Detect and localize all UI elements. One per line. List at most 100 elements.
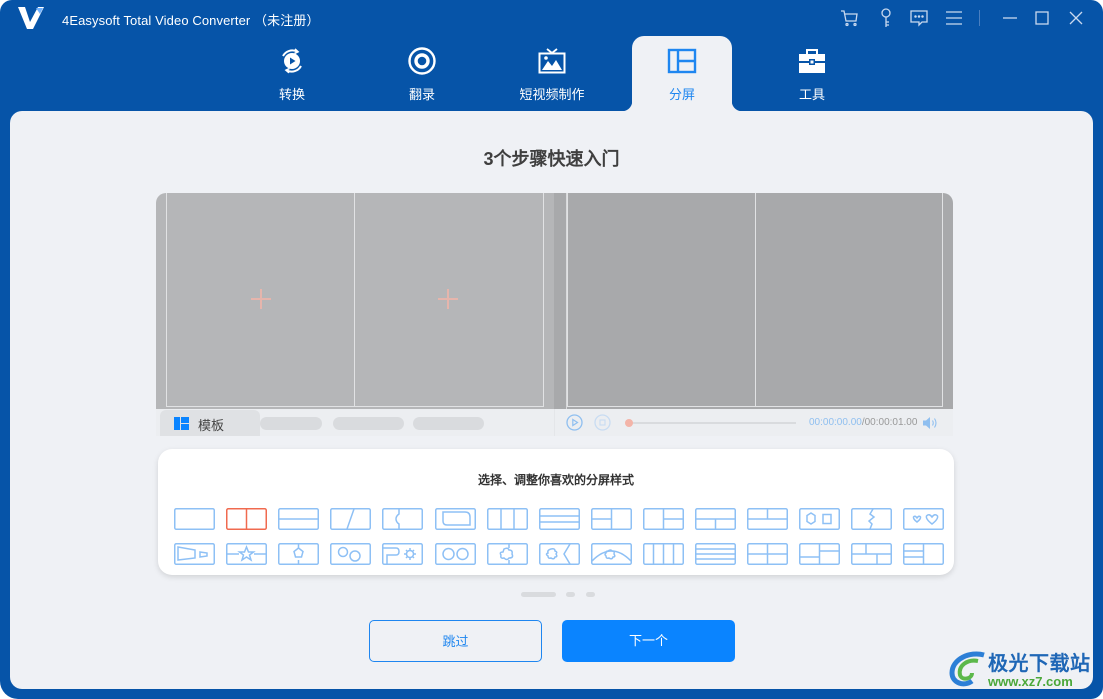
cart-button[interactable]	[838, 6, 862, 30]
minimize-button[interactable]	[998, 6, 1022, 30]
page-title: 3个步骤快速入门	[483, 149, 620, 169]
app-window: 4Easysoft Total Video Converter （未注册） 转换…	[0, 0, 1103, 699]
title-bar: 4Easysoft Total Video Converter （未注册）	[0, 0, 1103, 36]
split-style-left-top-split-grid-icon	[799, 543, 841, 565]
next-button[interactable]: 下一个	[562, 620, 735, 662]
split-style-left-split-right-full[interactable]	[590, 508, 632, 530]
split-style-top-split-bottom-split-icon	[851, 543, 893, 565]
menu-button[interactable]	[942, 6, 966, 30]
pager-dot-3[interactable]	[586, 592, 595, 597]
cart-icon	[841, 10, 858, 27]
split-style-cross-chevron[interactable]	[538, 543, 580, 565]
maximize-button[interactable]	[1030, 6, 1054, 30]
register-key-button[interactable]	[874, 6, 898, 30]
split-cell-2[interactable]	[354, 193, 544, 407]
split-style-left-three-right-full[interactable]	[903, 543, 945, 565]
maximize-icon	[1035, 11, 1049, 25]
split-style-rounded-inset[interactable]	[434, 508, 476, 530]
pager-dot-2[interactable]	[566, 592, 575, 597]
split-style-left-top-split-grid[interactable]	[799, 543, 841, 565]
split-style-rounded-sunburst[interactable]	[382, 543, 424, 565]
pager-dot-1[interactable]	[521, 592, 556, 597]
split-style-gear-circles[interactable]	[330, 543, 372, 565]
add-media-icon[interactable]	[251, 289, 271, 309]
progress-knob[interactable]	[625, 419, 633, 427]
split-style-star-band-icon	[226, 543, 268, 565]
split-style-four-vertical[interactable]	[642, 543, 684, 565]
split-style-top-split-bottom-split[interactable]	[851, 543, 893, 565]
split-style-three-vertical[interactable]	[486, 508, 528, 530]
split-preview: 模板 00:00:00.00/00:00:01.00	[156, 193, 953, 436]
split-style-pentagon-split[interactable]	[278, 543, 320, 565]
watermark-name: 极光下载站	[988, 653, 1091, 675]
split-style-trapezoid-pair[interactable]	[174, 543, 215, 565]
split-style-two-horizontal-icon	[278, 508, 320, 530]
split-style-left-three-right-full-icon	[903, 543, 945, 565]
play-icon[interactable]	[566, 414, 583, 431]
tab-short-video-label: 短视频制作	[519, 87, 585, 102]
skip-button[interactable]: 跳过	[369, 620, 542, 662]
template-icon	[174, 417, 189, 430]
stop-icon[interactable]	[594, 414, 611, 431]
edit-canvas	[156, 193, 554, 409]
tab-rip-label: 翻录	[408, 87, 435, 102]
split-style-trapezoid-pair-icon	[174, 543, 215, 565]
split-style-arc-cross[interactable]	[590, 543, 632, 565]
split-style-two-circles[interactable]	[434, 543, 476, 565]
split-style-single[interactable]	[174, 508, 215, 530]
main-nav: 转换 翻录 短视频制作 分屏 工具	[0, 36, 1103, 111]
minimize-icon	[1003, 17, 1017, 19]
preview-cell-2	[755, 193, 943, 407]
setting-tab-placeholder[interactable]	[260, 417, 322, 430]
add-media-icon[interactable]	[438, 289, 458, 309]
split-style-puzzle-edge-icon	[382, 508, 424, 530]
split-style-rounded-inset-icon	[434, 508, 476, 530]
split-style-hexagon-square-icon	[799, 508, 841, 530]
split-style-quad-grid[interactable]	[747, 543, 789, 565]
filter-tab-placeholder[interactable]	[333, 417, 404, 430]
split-style-top-full-bottom-split[interactable]	[695, 508, 736, 530]
audio-tab-placeholder[interactable]	[413, 417, 484, 430]
feedback-button[interactable]	[907, 6, 931, 30]
split-style-two-horizontal[interactable]	[278, 508, 320, 530]
tab-rip[interactable]: 翻录	[372, 36, 472, 111]
split-style-puzzle-edge[interactable]	[382, 508, 424, 530]
split-style-star-band[interactable]	[226, 543, 268, 565]
tv-image-icon	[538, 48, 566, 74]
split-style-heart-pair-icon	[903, 508, 945, 530]
split-style-top-split-bottom-full[interactable]	[747, 508, 789, 530]
split-style-two-vertical[interactable]	[226, 508, 268, 530]
time-readout: 00:00:00.00/00:00:01.00	[809, 417, 917, 428]
watermark: 极光下载站 www.xz7.com	[946, 645, 1096, 693]
close-button[interactable]	[1064, 6, 1088, 30]
tab-tools[interactable]: 工具	[762, 36, 862, 111]
tab-split-screen[interactable]: 分屏	[622, 36, 742, 111]
disc-icon	[408, 47, 436, 75]
split-cell-1[interactable]	[166, 193, 355, 407]
split-style-diagonal-icon	[330, 508, 372, 530]
split-style-three-horizontal[interactable]	[538, 508, 580, 530]
split-style-three-vertical-icon	[486, 508, 528, 530]
split-style-four-horizontal-icon	[695, 543, 736, 565]
split-style-left-full-right-split[interactable]	[642, 508, 684, 530]
template-tab[interactable]: 模板	[160, 410, 260, 436]
tab-convert[interactable]: 转换	[242, 36, 342, 111]
split-style-jagged-split[interactable]	[851, 508, 893, 530]
watermark-logo-icon	[949, 651, 985, 687]
split-style-diagonal[interactable]	[330, 508, 372, 530]
split-style-two-circles-icon	[434, 543, 476, 565]
toolbox-icon	[799, 49, 825, 73]
split-style-heart-pair[interactable]	[903, 508, 945, 530]
tab-short-video[interactable]: 短视频制作	[502, 36, 602, 111]
output-preview	[554, 193, 953, 409]
playback-progress-slider[interactable]	[625, 419, 796, 427]
split-style-top-full-bottom-split-icon	[695, 508, 736, 530]
volume-icon[interactable]	[922, 416, 938, 430]
split-style-cross-puzzle[interactable]	[486, 543, 528, 565]
split-style-quad-grid-icon	[747, 543, 789, 565]
split-style-jagged-split-icon	[851, 508, 893, 530]
split-style-arc-cross-icon	[590, 543, 632, 565]
split-style-four-horizontal[interactable]	[695, 543, 736, 565]
split-style-cross-puzzle-icon	[486, 543, 528, 565]
split-style-hexagon-square[interactable]	[799, 508, 841, 530]
